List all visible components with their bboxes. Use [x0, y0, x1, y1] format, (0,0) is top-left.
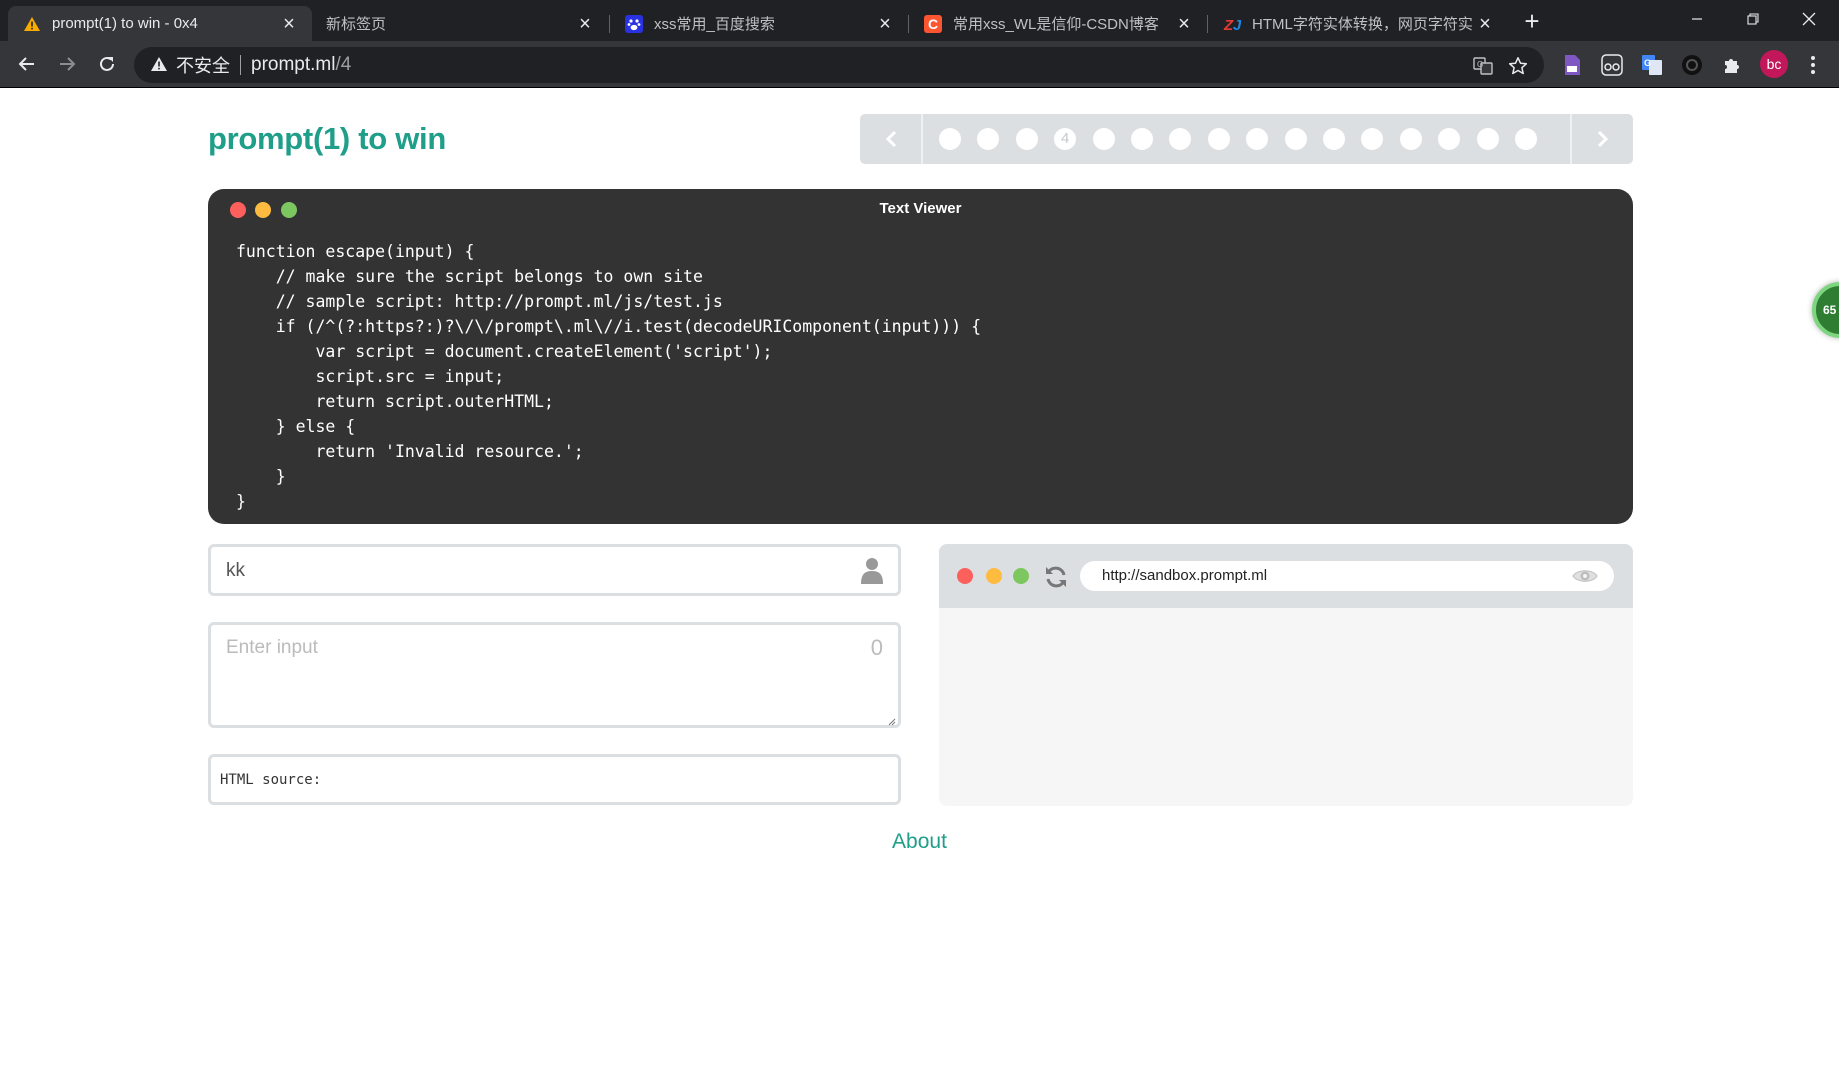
level-dot[interactable] [1515, 128, 1537, 150]
bookmark-star-icon[interactable] [1507, 55, 1529, 77]
zj-logo-icon: ZJ [1222, 14, 1242, 34]
reload-button[interactable] [91, 48, 123, 80]
level-dots: 4 [923, 114, 1570, 164]
close-icon[interactable]: × [574, 13, 596, 35]
payload-input[interactable] [211, 625, 898, 725]
svg-text:G: G [1644, 58, 1651, 68]
sandbox-titlebar: http://sandbox.prompt.ml [939, 544, 1633, 608]
extension-dark-circle-icon[interactable] [1679, 52, 1705, 78]
new-tab-button[interactable]: + [1518, 8, 1546, 36]
restore-button[interactable] [1725, 0, 1781, 38]
username-value: kk [226, 560, 245, 581]
browser-tab-bar: prompt(1) to win - 0x4 × 新标签页 × xss常用_百度… [0, 0, 1839, 41]
sandbox-url-bar[interactable]: http://sandbox.prompt.ml [1080, 561, 1614, 591]
extension-pdf-icon[interactable] [1559, 52, 1585, 78]
char-count: 0 [870, 635, 883, 660]
window-close-button[interactable] [1781, 0, 1837, 38]
tab-title: HTML字符实体转换，网页字符实 [1252, 16, 1473, 33]
close-dot-icon [957, 568, 973, 584]
side-widget-text: 65 [1823, 303, 1837, 317]
tab-title: prompt(1) to win - 0x4 [52, 15, 198, 32]
close-icon[interactable]: × [278, 13, 300, 35]
forward-button[interactable] [51, 48, 83, 80]
level-dot-current[interactable]: 4 [1054, 128, 1077, 150]
tab-title: 常用xss_WL是信仰-CSDN博客 [953, 16, 1159, 33]
side-floating-widget[interactable]: 65 [1812, 282, 1839, 338]
level-dot[interactable] [1323, 128, 1345, 150]
warning-icon [150, 56, 168, 74]
level-dot[interactable] [1284, 128, 1307, 150]
refresh-icon[interactable] [1043, 564, 1069, 590]
html-source-panel: HTML source: [208, 754, 901, 805]
sandbox-window: http://sandbox.prompt.ml [939, 544, 1633, 806]
level-dot[interactable] [1092, 128, 1115, 150]
tab-title: xss常用_百度搜索 [654, 16, 775, 33]
level-dot[interactable] [1361, 128, 1384, 150]
extension-google-translate-icon[interactable]: G [1639, 52, 1665, 78]
url-host: prompt.ml [251, 54, 336, 75]
extensions-puzzle-icon[interactable] [1719, 52, 1745, 78]
minimize-dot-icon [986, 568, 1002, 584]
svg-text:G: G [1477, 60, 1483, 69]
profile-avatar[interactable]: bc [1760, 50, 1788, 78]
chevron-left-icon [885, 130, 896, 148]
prev-level-button[interactable] [860, 114, 923, 164]
tab-baidu-search[interactable]: xss常用_百度搜索 × [610, 6, 908, 41]
user-icon [860, 557, 884, 585]
sandbox-url: http://sandbox.prompt.ml [1102, 567, 1268, 584]
text-viewer-title: Text Viewer [879, 200, 962, 217]
resize-grip-icon[interactable] [886, 713, 896, 726]
about-link[interactable]: About [892, 830, 947, 853]
extension-glasses-icon[interactable] [1599, 52, 1625, 78]
tab-title: 新标签页 [326, 16, 387, 33]
tab-csdn-blog[interactable]: C 常用xss_WL是信仰-CSDN博客 × [909, 6, 1207, 41]
svg-text:J: J [1233, 17, 1241, 33]
username-field[interactable]: kk [208, 544, 901, 596]
payload-input-field[interactable]: 0 [208, 622, 901, 728]
divider [240, 55, 241, 75]
tab-new-tab[interactable]: 新标签页 × [312, 6, 608, 41]
page-title[interactable]: prompt(1) to win [208, 121, 446, 157]
back-button[interactable] [11, 48, 43, 80]
source-code: function escape(input) { // make sure th… [236, 242, 982, 511]
about-link-row: About [0, 830, 1839, 854]
insecure-label[interactable]: 不安全 [176, 52, 230, 78]
address-bar[interactable]: 不安全 prompt.ml/4 G [134, 47, 1544, 83]
level-dot[interactable] [1476, 128, 1499, 150]
level-pager: 4 [860, 114, 1633, 164]
chevron-right-icon [1597, 130, 1608, 148]
close-icon[interactable]: × [1474, 13, 1496, 35]
maximize-dot-icon [1013, 568, 1029, 584]
url-path: /4 [335, 54, 352, 75]
translate-icon[interactable]: G [1472, 55, 1494, 77]
level-dot[interactable] [1207, 128, 1230, 150]
text-viewer-window: Text Viewer function escape(input) { // … [208, 189, 1633, 524]
level-dot[interactable] [1169, 128, 1192, 150]
next-level-button[interactable] [1570, 114, 1633, 164]
level-dot[interactable] [1246, 128, 1269, 150]
minimize-button[interactable] [1669, 0, 1725, 38]
csdn-c-icon: C [923, 14, 943, 34]
tab-html-entity[interactable]: ZJ HTML字符实体转换，网页字符实 × [1208, 6, 1508, 41]
baidu-paw-icon [624, 14, 644, 34]
svg-text:C: C [928, 16, 938, 32]
level-dot[interactable] [1438, 128, 1461, 150]
close-icon[interactable]: × [874, 13, 896, 35]
html-source-label: HTML source: [220, 772, 322, 788]
level-dot[interactable] [1399, 128, 1422, 150]
browser-toolbar: 不安全 prompt.ml/4 G G bc [0, 41, 1839, 88]
warning-icon [22, 14, 42, 34]
close-icon[interactable]: × [1173, 13, 1195, 35]
level-dot[interactable] [1131, 128, 1153, 150]
level-dot[interactable] [1015, 128, 1038, 150]
level-dot[interactable] [977, 128, 1000, 150]
tab-prompt-ml[interactable]: prompt(1) to win - 0x4 × [8, 6, 312, 41]
menu-kebab-icon[interactable] [1800, 52, 1826, 78]
eye-icon[interactable] [1572, 567, 1598, 585]
level-dot[interactable] [939, 128, 961, 150]
